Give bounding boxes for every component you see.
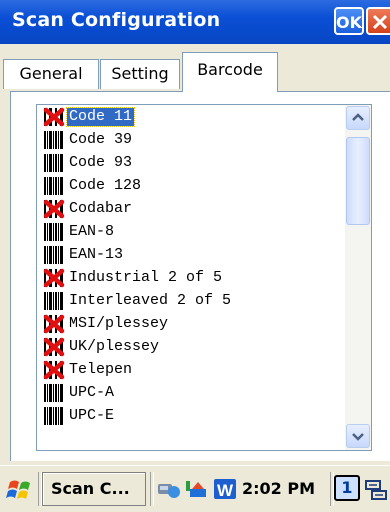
taskbar-separator [150, 472, 154, 506]
barcode-disabled-icon[interactable] [43, 107, 65, 127]
bluetooth-connection-icon[interactable] [156, 472, 182, 506]
barcode-disabled-icon[interactable] [43, 268, 65, 288]
barcode-label: EAN-8 [69, 223, 115, 240]
list-item[interactable]: UK/plessey [37, 335, 345, 358]
list-item[interactable]: Interleaved 2 of 5 [37, 289, 345, 312]
list-item[interactable]: Code 128 [37, 174, 345, 197]
network-share-icon[interactable] [184, 472, 210, 506]
tab-strip: General Setting Barcode [0, 44, 390, 92]
svg-text:W: W [217, 481, 234, 500]
barcode-label: Code 39 [69, 131, 133, 148]
barcode-label: Industrial 2 of 5 [69, 269, 223, 286]
barcode-label: MSI/plessey [69, 315, 169, 332]
list-item[interactable]: Code 39 [37, 128, 345, 151]
notification-badge[interactable]: 1 [334, 475, 360, 501]
list-item[interactable]: Industrial 2 of 5 [37, 266, 345, 289]
windows-flag-icon [6, 480, 30, 499]
list-item[interactable]: EAN-8 [37, 220, 345, 243]
list-item[interactable]: Code 93 [37, 151, 345, 174]
scroll-down-button[interactable] [346, 424, 370, 448]
list-item[interactable]: Telepen [37, 358, 345, 381]
ok-button[interactable]: OK [334, 7, 364, 35]
barcode-label: EAN-13 [69, 246, 124, 263]
barcode-list[interactable]: Code 11 Code 39 Code 93 Code 128 Codabar EAN-… [36, 104, 372, 451]
barcode-label: UPC-A [69, 384, 115, 401]
barcode-enabled-icon[interactable] [43, 130, 65, 150]
barcode-enabled-icon[interactable] [43, 176, 65, 196]
barcode-enabled-icon[interactable] [43, 291, 65, 311]
barcode-disabled-icon[interactable] [43, 199, 65, 219]
title-bar: Scan Configuration OK [0, 0, 390, 44]
tab-barcode[interactable]: Barcode [182, 52, 278, 92]
chevron-down-icon [352, 433, 364, 441]
barcode-label: Telepen [69, 361, 133, 378]
barcode-label: UPC-E [69, 407, 115, 424]
close-icon [372, 14, 388, 30]
taskbar: Scan C... W 2:02 PM 1 [0, 465, 390, 512]
barcode-disabled-icon[interactable] [43, 360, 65, 380]
barcode-label: Code 93 [69, 154, 133, 171]
barcode-rows: Code 11 Code 39 Code 93 Code 128 Codabar EAN-… [37, 105, 345, 427]
word-icon[interactable]: W [212, 472, 238, 506]
barcode-disabled-icon[interactable] [43, 314, 65, 334]
barcode-label: UK/plessey [69, 338, 160, 355]
list-item[interactable]: Code 11 [37, 105, 345, 128]
list-item[interactable]: EAN-13 [37, 243, 345, 266]
scroll-thumb[interactable] [346, 137, 370, 225]
barcode-label: Code 128 [69, 177, 142, 194]
tab-general[interactable]: General [3, 59, 99, 89]
list-item[interactable]: MSI/plessey [37, 312, 345, 335]
barcode-enabled-icon[interactable] [43, 406, 65, 426]
barcode-enabled-icon[interactable] [43, 245, 65, 265]
tab-setting[interactable]: Setting [100, 59, 180, 89]
vertical-scrollbar[interactable] [345, 105, 371, 450]
keyboard-input-icon[interactable] [364, 472, 388, 506]
clock[interactable]: 2:02 PM [242, 472, 315, 506]
start-button[interactable] [6, 472, 36, 506]
close-button[interactable] [366, 7, 390, 35]
barcode-enabled-icon[interactable] [43, 222, 65, 242]
barcode-label: Code 11 [65, 107, 136, 127]
scroll-up-button[interactable] [346, 106, 370, 130]
list-item[interactable]: UPC-E [37, 404, 345, 427]
barcode-label: Interleaved 2 of 5 [69, 292, 232, 309]
barcode-label: Codabar [69, 200, 133, 217]
list-item[interactable]: UPC-A [37, 381, 345, 404]
barcode-disabled-icon[interactable] [43, 337, 65, 357]
chevron-up-icon [352, 113, 364, 121]
window-title: Scan Configuration [12, 9, 221, 31]
task-scan-configuration[interactable]: Scan C... [42, 472, 146, 506]
barcode-enabled-icon[interactable] [43, 153, 65, 173]
barcode-enabled-icon[interactable] [43, 383, 65, 403]
list-item[interactable]: Codabar [37, 197, 345, 220]
